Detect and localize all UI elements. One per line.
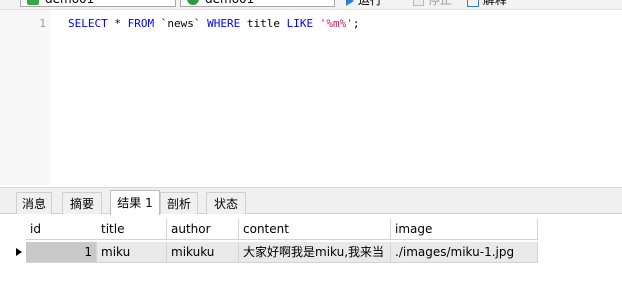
keyword-from: FROM <box>127 17 155 30</box>
stop-label: 停止 <box>427 0 452 7</box>
explain-button[interactable]: 解释 <box>467 0 507 7</box>
connection-icon <box>27 0 39 5</box>
play-icon <box>346 0 354 6</box>
like-pattern: '%m%' <box>319 17 353 30</box>
semicolon: ; <box>352 17 360 30</box>
database-icon <box>187 0 199 5</box>
star: * <box>107 17 128 30</box>
explain-label: 解释 <box>482 0 507 7</box>
run-button[interactable]: 运行 <box>346 0 382 7</box>
line-gutter: 1 <box>0 10 50 185</box>
stop-button[interactable]: 停止 <box>413 0 452 7</box>
result-tabs: 消息 摘要 结果 1 剖析 状态 <box>0 187 622 215</box>
database-select[interactable]: demo01 <box>180 0 335 7</box>
tab-messages[interactable]: 消息 <box>16 192 52 214</box>
explain-icon <box>467 0 479 7</box>
cell-title[interactable]: miku <box>97 242 167 263</box>
database-select-value: demo01 <box>205 0 254 6</box>
tab-result-1[interactable]: 结果 1 <box>110 190 160 215</box>
sql-editor[interactable]: 1 SELECT * FROM `news` WHERE title LIKE … <box>0 10 622 185</box>
tab-profile[interactable]: 剖析 <box>160 192 198 214</box>
toolbar: demo01 demo01 运行 停止 解释 <box>0 0 622 10</box>
cell-author[interactable]: mikuku <box>167 242 239 263</box>
table-name: `news` <box>154 17 208 30</box>
sql-code[interactable]: SELECT * FROM `news` WHERE title LIKE '%… <box>68 17 359 30</box>
row-selector[interactable] <box>14 242 26 263</box>
column-header-content[interactable]: content <box>239 219 391 240</box>
keyword-select: SELECT <box>68 17 108 30</box>
row-pointer-icon <box>16 248 22 256</box>
tab-summary[interactable]: 摘要 <box>62 192 102 214</box>
connection-select[interactable]: demo01 <box>20 0 176 7</box>
column-header-image[interactable]: image <box>391 219 538 240</box>
cell-image[interactable]: ./images/miku-1.jpg <box>391 242 538 263</box>
keyword-where: WHERE <box>207 17 241 30</box>
cell-id[interactable]: 1 <box>26 242 97 263</box>
keyword-like: LIKE <box>286 17 314 30</box>
stop-icon <box>413 0 424 6</box>
column-header-title[interactable]: title <box>97 219 167 240</box>
line-number: 1 <box>39 17 46 30</box>
tab-status[interactable]: 状态 <box>206 192 246 214</box>
column-name: title <box>240 17 287 30</box>
connection-select-value: demo01 <box>45 0 94 6</box>
column-header-author[interactable]: author <box>167 219 239 240</box>
cell-content[interactable]: 大家好啊我是miku,我来当 <box>239 242 391 263</box>
run-label: 运行 <box>357 0 382 7</box>
